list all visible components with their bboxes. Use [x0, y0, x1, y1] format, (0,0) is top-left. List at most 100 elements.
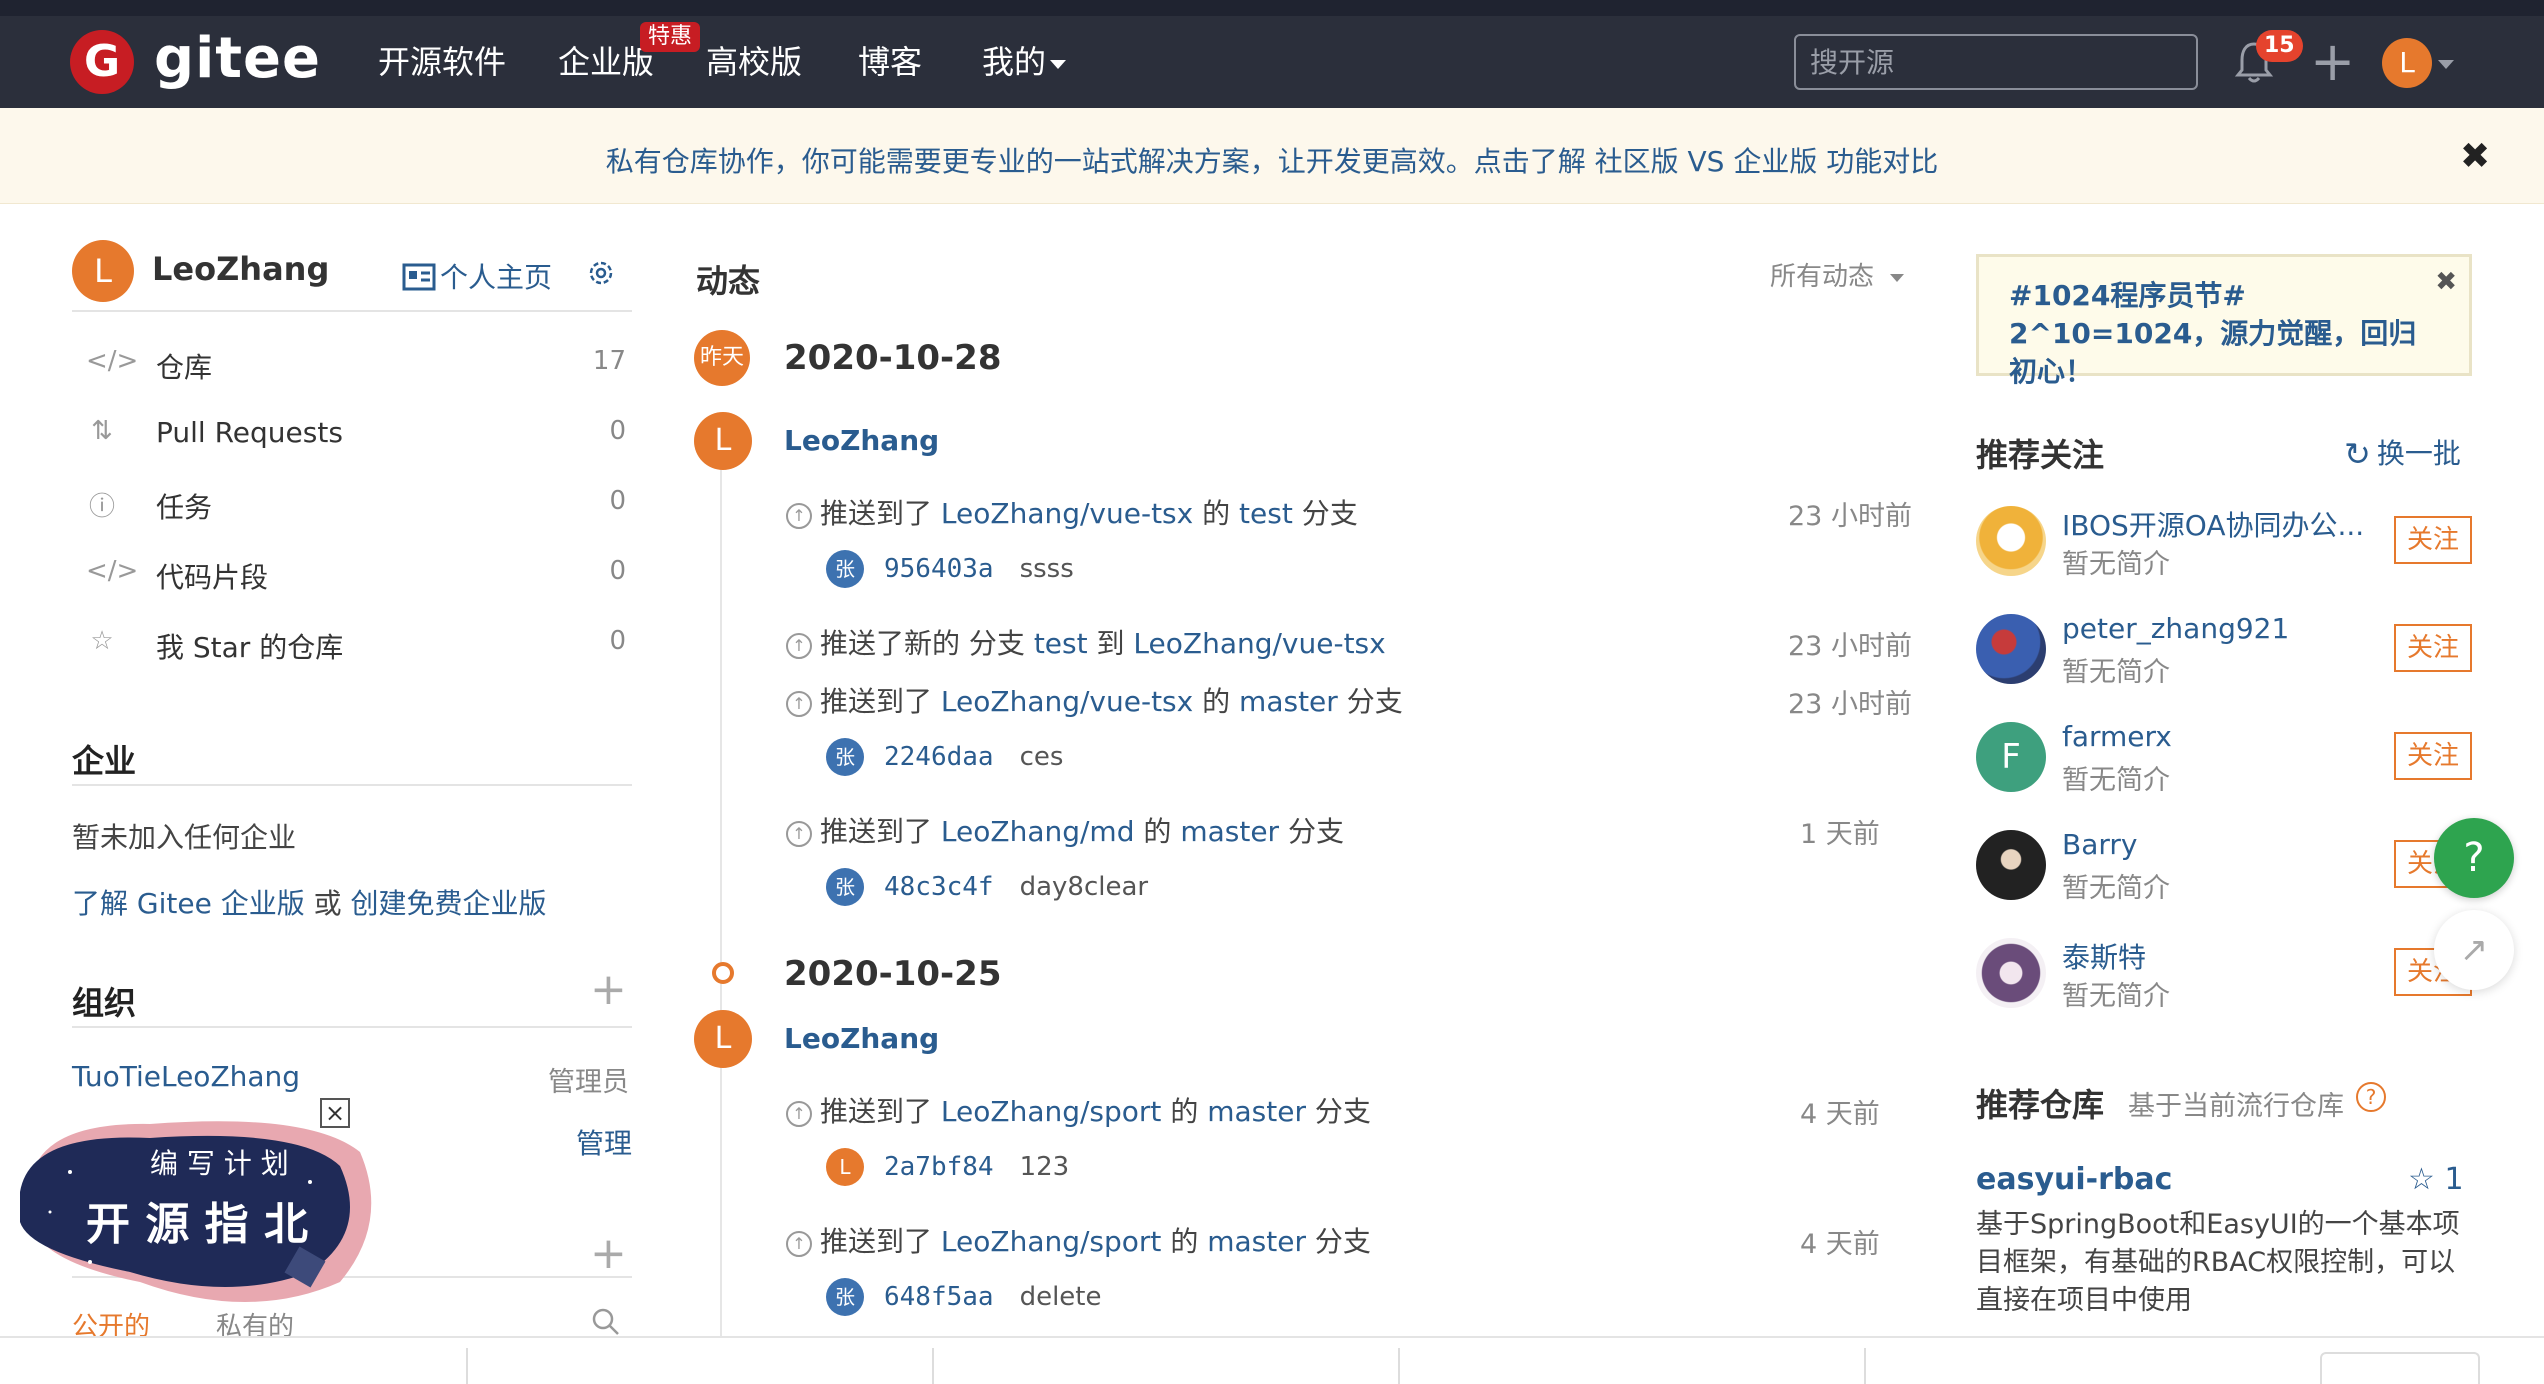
- repo-link[interactable]: LeoZhang/sport: [941, 1095, 1162, 1128]
- commit-author-avatar[interactable]: 张: [826, 738, 864, 776]
- recommend-user-avatar[interactable]: [1976, 614, 2046, 684]
- activity-time: 23 小时前: [1788, 501, 1912, 532]
- divider: [72, 310, 632, 312]
- search-input[interactable]: [1794, 34, 2198, 90]
- recommend-repo-name[interactable]: easyui-rbac: [1976, 1162, 2172, 1197]
- follow-button[interactable]: 关注: [2394, 624, 2472, 672]
- event-promo-card[interactable]: #1024程序员节# 2^10=1024，源力觉醒，回归初心！ ✖: [1976, 254, 2472, 388]
- commit-message: 123: [1019, 1152, 1070, 1182]
- commit-row: 张 956403a ssss: [826, 550, 1074, 588]
- search-icon[interactable]: [590, 1306, 622, 1338]
- menu-item-issues[interactable]: ⓘ 任务 0: [86, 482, 626, 526]
- star-icon: ☆: [90, 626, 114, 656]
- menu-item-pull-requests[interactable]: ⇅ Pull Requests 0: [86, 412, 626, 456]
- close-icon[interactable]: ✖: [2435, 263, 2457, 301]
- help-circle-icon[interactable]: ?: [2356, 1082, 2386, 1112]
- issue-icon: ⓘ: [88, 492, 115, 522]
- commit-sha-link[interactable]: 48c3c4f: [884, 872, 994, 902]
- menu-item-repos[interactable]: </> 仓库 17: [86, 342, 626, 386]
- show-all-button[interactable]: [2320, 1352, 2480, 1384]
- homepage-link[interactable]: 个人主页: [402, 256, 552, 296]
- feed-user-link[interactable]: LeoZhang: [784, 1022, 939, 1055]
- repo-link[interactable]: LeoZhang/sport: [941, 1225, 1162, 1258]
- create-plus-icon[interactable]: +: [2310, 35, 2355, 89]
- commit-sha-link[interactable]: 648f5aa: [884, 1282, 994, 1312]
- nav-mine[interactable]: 我的: [982, 16, 1067, 108]
- create-enterprise-link[interactable]: 创建免费企业版: [351, 887, 547, 920]
- recommend-user-name[interactable]: Barry: [2062, 828, 2137, 861]
- feed-user-link[interactable]: LeoZhang: [784, 424, 939, 457]
- repo-link[interactable]: LeoZhang/vue-tsx: [941, 685, 1193, 718]
- activity-text: 到: [1096, 627, 1125, 660]
- refresh-recommend-button[interactable]: ↻ 换一批: [2344, 432, 2461, 473]
- learn-enterprise-link[interactable]: 了解 Gitee 企业版: [72, 887, 305, 920]
- commit-author-avatar[interactable]: 张: [826, 868, 864, 906]
- notice-text-link[interactable]: 私有仓库协作，你可能需要更专业的一站式解决方案，让开发更高效。点击了解 社区版 …: [0, 140, 2544, 180]
- follow-button[interactable]: 关注: [2394, 516, 2472, 564]
- branch-link[interactable]: master: [1239, 685, 1338, 718]
- recommend-user-avatar[interactable]: F: [1976, 722, 2046, 792]
- branch-link[interactable]: master: [1207, 1095, 1306, 1128]
- promo-line1: 编 写 计 划: [150, 1147, 289, 1180]
- code-snippet-icon: </>: [86, 556, 139, 586]
- recommend-user-name[interactable]: farmerx: [2062, 720, 2172, 753]
- activity-text: 分支: [1287, 815, 1344, 848]
- add-org-plus-icon[interactable]: +: [590, 968, 627, 1012]
- menu-item-starred[interactable]: ☆ 我 Star 的仓库 0: [86, 622, 626, 666]
- org-manage-link[interactable]: 管理: [576, 1122, 632, 1162]
- recommend-user-name[interactable]: peter_zhang921: [2062, 612, 2289, 645]
- recommend-user-avatar[interactable]: [1976, 506, 2046, 576]
- close-icon[interactable]: ×: [320, 1098, 350, 1128]
- org-name-link[interactable]: TuoTieLeoZhang: [72, 1060, 300, 1093]
- recommend-user-avatar[interactable]: [1976, 830, 2046, 900]
- profile-avatar[interactable]: L: [72, 240, 134, 302]
- promo-line2: 开 源 指 北: [86, 1199, 308, 1250]
- menu-item-snippets[interactable]: </> 代码片段 0: [86, 552, 626, 596]
- nav-education[interactable]: 高校版: [706, 16, 802, 108]
- divider: [466, 1348, 468, 1384]
- recommend-user-name[interactable]: IBOS开源OA协同办公...: [2062, 504, 2364, 544]
- profile-username[interactable]: LeoZhang: [152, 250, 329, 288]
- commit-author-avatar[interactable]: 张: [826, 550, 864, 588]
- divider: [1864, 1348, 1866, 1384]
- commit-author-avatar[interactable]: L: [826, 1148, 864, 1186]
- repo-link[interactable]: LeoZhang/md: [941, 815, 1135, 848]
- repo-link[interactable]: LeoZhang/vue-tsx: [941, 497, 1193, 530]
- recommend-user-avatar[interactable]: [1976, 938, 2046, 1008]
- feed-user-avatar[interactable]: L: [694, 1010, 752, 1068]
- menu-item-count: 0: [609, 416, 626, 446]
- user-avatar[interactable]: L: [2382, 38, 2432, 88]
- gear-icon[interactable]: [586, 258, 616, 288]
- follow-button[interactable]: 关注: [2394, 732, 2472, 780]
- chevron-down-icon[interactable]: [2438, 60, 2454, 69]
- enterprise-or-text: 或: [313, 887, 342, 920]
- activity-text: 推送到了: [820, 1095, 933, 1128]
- close-icon[interactable]: ✖: [2460, 136, 2490, 177]
- gitee-logo-icon[interactable]: G: [70, 30, 134, 94]
- activity-text: 推送到了: [820, 1225, 933, 1258]
- commit-sha-link[interactable]: 2246daa: [884, 742, 994, 772]
- activity-text: 推送到了: [820, 497, 933, 530]
- nav-blog[interactable]: 博客: [858, 16, 922, 108]
- branch-link[interactable]: test: [1239, 497, 1293, 530]
- date-badge: 昨天: [694, 330, 750, 386]
- branch-link[interactable]: master: [1207, 1225, 1306, 1258]
- org-role-label: 管理员: [548, 1067, 629, 1098]
- commit-author-avatar[interactable]: 张: [826, 1278, 864, 1316]
- branch-link[interactable]: master: [1180, 815, 1279, 848]
- gitee-logo-text[interactable]: gitee: [154, 26, 321, 91]
- feed-user-avatar[interactable]: L: [694, 412, 752, 470]
- repo-star-count[interactable]: ☆ 1: [2408, 1162, 2464, 1197]
- repo-link[interactable]: LeoZhang/vue-tsx: [1133, 627, 1385, 660]
- branch-link[interactable]: test: [1034, 627, 1088, 660]
- help-button[interactable]: ?: [2434, 818, 2514, 898]
- recommend-user-name[interactable]: 泰斯特: [2062, 936, 2146, 976]
- feed-filter-dropdown[interactable]: 所有动态: [1770, 256, 1905, 293]
- commit-sha-link[interactable]: 2a7bf84: [884, 1152, 994, 1182]
- nav-open-source[interactable]: 开源软件: [378, 16, 506, 108]
- menu-item-label: 任务: [156, 491, 213, 524]
- share-icon[interactable]: ↗: [2434, 910, 2514, 990]
- menu-item-label: 仓库: [156, 351, 213, 384]
- commit-sha-link[interactable]: 956403a: [884, 554, 994, 584]
- add-repo-plus-icon[interactable]: +: [590, 1232, 627, 1276]
